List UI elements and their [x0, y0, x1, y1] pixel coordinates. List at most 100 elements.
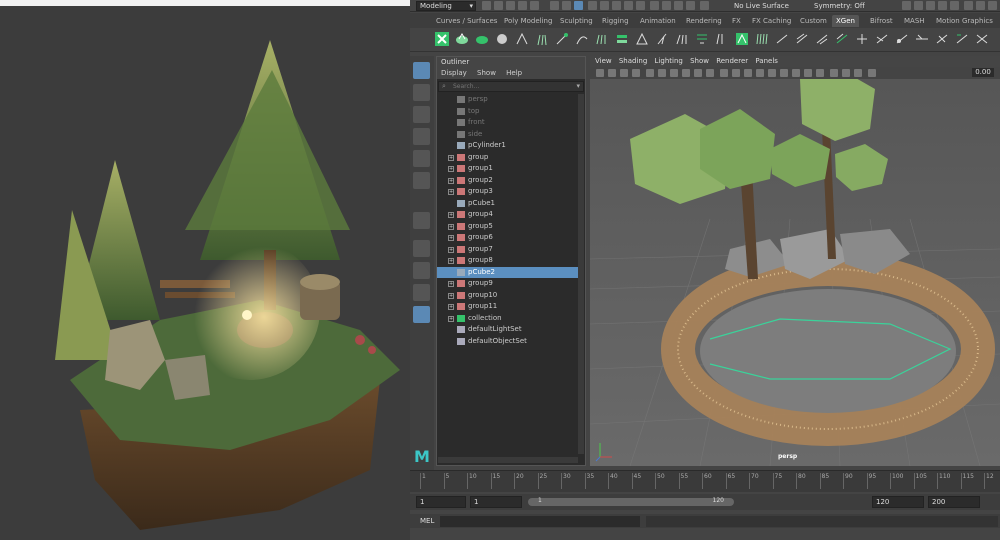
animation-start-field[interactable]: 1: [416, 496, 466, 508]
outliner-item[interactable]: + group11: [437, 301, 579, 313]
expand-icon[interactable]: +: [448, 292, 454, 299]
menu-lighting[interactable]: Lighting: [655, 57, 683, 65]
outliner-item[interactable]: + collection: [437, 313, 579, 325]
open-scene-icon[interactable]: [494, 1, 503, 10]
groom-freeze-icon[interactable]: [934, 31, 950, 47]
menu-shading[interactable]: Shading: [619, 57, 647, 65]
create-description-icon[interactable]: [454, 31, 470, 47]
outliner-item[interactable]: + group3: [437, 186, 579, 198]
outliner-item[interactable]: + group4: [437, 209, 579, 221]
camera-select-icon[interactable]: [596, 69, 604, 77]
mel-label[interactable]: MEL: [420, 516, 434, 526]
command-input[interactable]: [440, 516, 640, 527]
snap-view-icon[interactable]: [624, 1, 633, 10]
guide-layers-icon[interactable]: [614, 31, 630, 47]
outliner-layout-icon[interactable]: [413, 306, 430, 323]
menu-help[interactable]: Help: [506, 69, 522, 77]
tab-bifrost[interactable]: Bifrost: [866, 15, 897, 27]
bookmark-icon[interactable]: [620, 69, 628, 77]
undo-icon[interactable]: [518, 1, 527, 10]
tab-fx[interactable]: FX: [728, 15, 745, 27]
camera-attributes-icon[interactable]: [608, 69, 616, 77]
outliner-item[interactable]: + group10: [437, 290, 579, 302]
four-view-layout-icon[interactable]: [413, 262, 430, 279]
outliner-item[interactable]: defaultObjectSet: [437, 336, 579, 348]
grid-icon[interactable]: [646, 69, 654, 77]
magnet-icon[interactable]: [700, 1, 709, 10]
lasso-tool-icon[interactable]: [413, 84, 430, 101]
output-ops-icon[interactable]: [686, 1, 695, 10]
guide-smooth-icon[interactable]: [674, 31, 690, 47]
menu-panels[interactable]: Panels: [755, 57, 778, 65]
render-icon[interactable]: [902, 1, 911, 10]
single-view-layout-icon[interactable]: [413, 240, 430, 257]
gate-mask-icon[interactable]: [682, 69, 690, 77]
xgen-sphere-icon[interactable]: [494, 31, 510, 47]
chevron-down-icon[interactable]: ▾: [576, 82, 580, 90]
expand-icon[interactable]: +: [448, 258, 454, 264]
expand-icon[interactable]: +: [448, 189, 454, 195]
outliner-item[interactable]: + group9: [437, 278, 579, 290]
render-settings-icon[interactable]: [926, 1, 935, 10]
expand-icon[interactable]: +: [448, 315, 454, 322]
save-scene-icon[interactable]: [506, 1, 515, 10]
expand-icon[interactable]: +: [448, 304, 454, 310]
groom-cut-icon[interactable]: [874, 31, 890, 47]
groom-smooth-icon[interactable]: [894, 31, 910, 47]
groom-length-icon[interactable]: [794, 31, 810, 47]
arnold-icon[interactable]: [988, 1, 997, 10]
render-setup-icon[interactable]: [950, 1, 959, 10]
scale-tool-icon[interactable]: [413, 172, 430, 189]
groom-direction-icon[interactable]: [774, 31, 790, 47]
xray-icon[interactable]: [830, 69, 838, 77]
snap-live-icon[interactable]: [636, 1, 645, 10]
history-icon[interactable]: [650, 1, 659, 10]
guide-sculpt-icon[interactable]: [534, 31, 550, 47]
tab-rigging[interactable]: Rigging: [598, 15, 633, 27]
guide-bend-icon[interactable]: [574, 31, 590, 47]
expand-icon[interactable]: +: [448, 166, 454, 172]
groom-preview-icon[interactable]: [974, 31, 990, 47]
last-tool-icon[interactable]: [413, 212, 430, 229]
outliner-item[interactable]: defaultLightSet: [437, 324, 579, 336]
expand-icon[interactable]: +: [448, 212, 454, 218]
tab-rendering[interactable]: Rendering: [682, 15, 726, 27]
groom-select-icon[interactable]: [954, 31, 970, 47]
outliner-item[interactable]: + group7: [437, 244, 579, 256]
tab-mash[interactable]: MASH: [900, 15, 929, 27]
select-hierarchy-icon[interactable]: [550, 1, 559, 10]
field-chart-icon[interactable]: [694, 69, 702, 77]
live-surface-label[interactable]: No Live Surface: [734, 1, 789, 11]
expand-icon[interactable]: +: [448, 223, 454, 230]
outliner-item[interactable]: + group5: [437, 221, 579, 233]
menu-renderer[interactable]: Renderer: [716, 57, 748, 65]
ambient-occlusion-icon[interactable]: [792, 69, 800, 77]
textured-icon[interactable]: [756, 69, 764, 77]
guide-select-icon[interactable]: [714, 31, 730, 47]
new-scene-icon[interactable]: [482, 1, 491, 10]
tab-motion-graphics[interactable]: Motion Graphics: [932, 15, 997, 27]
guide-comb-icon[interactable]: [594, 31, 610, 47]
playback-end-field[interactable]: 120: [872, 496, 924, 508]
expand-icon[interactable]: +: [448, 177, 454, 184]
expand-icon[interactable]: +: [448, 235, 454, 241]
outliner-item[interactable]: top: [437, 106, 579, 118]
image-plane-icon[interactable]: [632, 69, 640, 77]
expand-icon[interactable]: +: [448, 154, 454, 161]
expand-icon[interactable]: +: [448, 281, 454, 287]
tab-custom[interactable]: Custom: [796, 15, 831, 27]
playback-start-field[interactable]: 1: [470, 496, 522, 508]
outliner-item[interactable]: side: [437, 129, 579, 141]
xray-joints-icon[interactable]: [842, 69, 850, 77]
resolution-gate-icon[interactable]: [670, 69, 678, 77]
tab-poly-modeling[interactable]: Poly Modeling: [500, 15, 556, 27]
expand-icon[interactable]: +: [448, 246, 454, 253]
anti-aliasing-icon[interactable]: [816, 69, 824, 77]
film-gate-icon[interactable]: [658, 69, 666, 77]
snap-point-icon[interactable]: [612, 1, 621, 10]
snap-curve-icon[interactable]: [600, 1, 609, 10]
outliner-item[interactable]: pCube1: [437, 198, 579, 210]
range-slider[interactable]: 1 120: [528, 497, 734, 506]
light-editor-icon[interactable]: [964, 1, 973, 10]
input-ops-icon[interactable]: [674, 1, 683, 10]
